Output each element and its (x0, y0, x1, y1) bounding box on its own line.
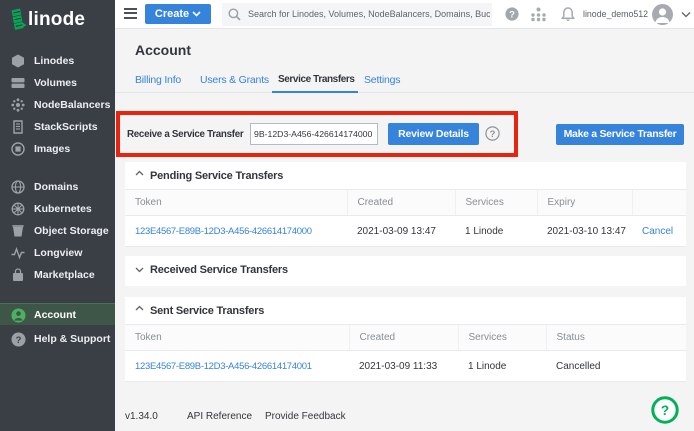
svg-text:?: ? (490, 129, 496, 140)
svg-text:?: ? (509, 9, 515, 20)
svg-text:?: ? (16, 335, 22, 346)
svg-text:?: ? (661, 403, 669, 418)
